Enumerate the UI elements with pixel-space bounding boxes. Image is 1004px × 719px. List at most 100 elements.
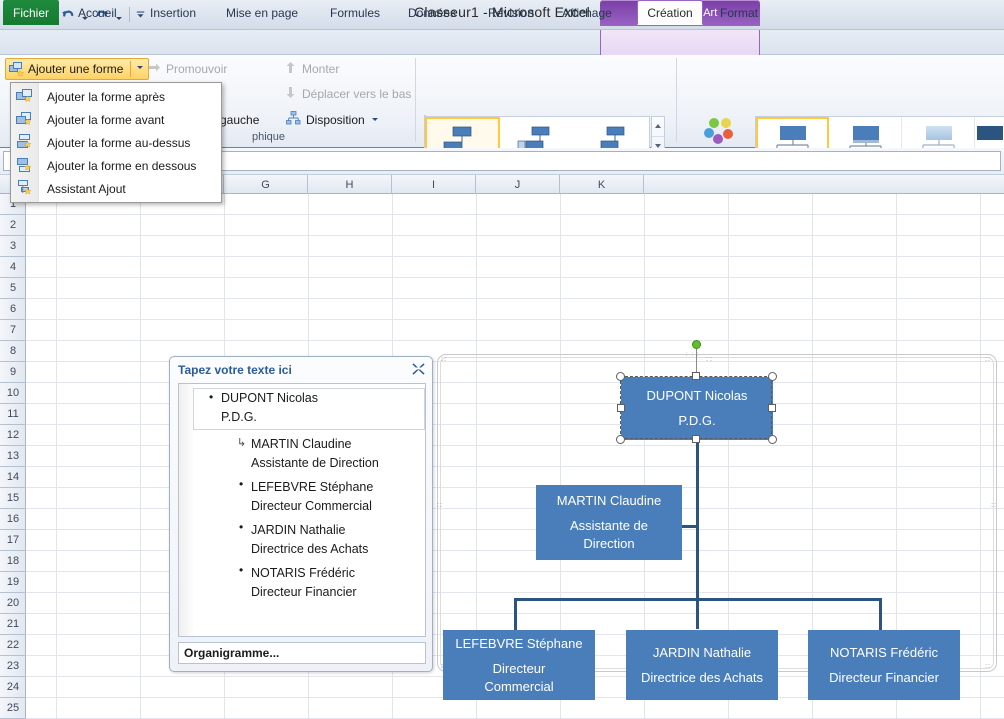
smartart-handle-br[interactable]: ::: [985, 663, 991, 670]
smartart-handle-ml[interactable]: ::: [437, 502, 443, 509]
promote-icon: [148, 61, 161, 77]
column-header-I[interactable]: I: [392, 175, 476, 194]
row-header-17[interactable]: 17: [0, 530, 26, 551]
gridline-horizontal: [26, 319, 1004, 320]
tab-mise-en-page[interactable]: Mise en page: [216, 0, 308, 25]
close-icon[interactable]: [411, 362, 425, 376]
menu-label-add-shape-before: Ajouter la forme avant: [47, 112, 165, 127]
tab-insertion[interactable]: Insertion: [140, 0, 206, 25]
row-header-16[interactable]: 16: [0, 509, 26, 530]
column-header-J[interactable]: J: [476, 175, 560, 194]
resize-handle-bl[interactable]: [616, 435, 625, 444]
add-shape-button[interactable]: Ajouter une forme: [5, 58, 150, 80]
row-header-23[interactable]: 23: [0, 656, 26, 677]
row-header-25[interactable]: 25: [0, 698, 26, 719]
layout-command[interactable]: Disposition: [286, 111, 378, 128]
resize-handle-tl[interactable]: [616, 372, 625, 381]
node-assistant-role: Assistante de Direction: [569, 518, 649, 551]
rotation-handle[interactable]: [692, 340, 701, 349]
text-pane-footer[interactable]: Organigramme...: [178, 642, 426, 664]
row-header-5[interactable]: 5: [0, 278, 26, 299]
add-shape-divider: [130, 61, 132, 77]
row-header-10[interactable]: 10: [0, 383, 26, 404]
text-pane-entry-4-role: Directrice des Achats: [251, 542, 369, 556]
smartart-handle-tl[interactable]: ::: [441, 356, 447, 363]
move-up-command[interactable]: Monter: [284, 61, 339, 77]
row-header-13[interactable]: 13: [0, 446, 26, 467]
menu-item-add-shape-before[interactable]: Ajouter la forme avant: [11, 108, 221, 131]
tab-revision[interactable]: Révision: [478, 0, 544, 25]
node-child1[interactable]: LEFEBVRE Stéphane Directeur Commercial: [443, 630, 595, 700]
row-header-15[interactable]: 15: [0, 488, 26, 509]
tab-creation[interactable]: Création: [637, 0, 703, 25]
menu-item-add-assistant[interactable]: Assistant Ajout: [11, 177, 221, 200]
row-header-21[interactable]: 21: [0, 614, 26, 635]
smartart-handle-tr[interactable]: ::: [985, 356, 991, 363]
gridline-vertical: [140, 194, 141, 719]
resize-handle-tm[interactable]: [692, 372, 700, 380]
resize-handle-mr[interactable]: [768, 404, 776, 412]
column-header-K[interactable]: K: [560, 175, 644, 194]
contextual-tab-background: [600, 30, 760, 55]
add-shape-after-icon: [16, 88, 33, 104]
row-header-20[interactable]: 20: [0, 593, 26, 614]
row-header-9[interactable]: 9: [0, 362, 26, 383]
tab-format[interactable]: Format: [710, 0, 768, 25]
menu-item-add-shape-after[interactable]: Ajouter la forme après: [11, 85, 221, 108]
root-node-selection-frame: [620, 376, 772, 439]
row-header-4[interactable]: 4: [0, 257, 26, 278]
resize-handle-br[interactable]: [768, 435, 777, 444]
tab-donnees[interactable]: Données: [398, 0, 466, 25]
smartart-text-pane[interactable]: Tapez votre texte ici • DUPONT Nicolas P…: [169, 356, 433, 672]
node-child2[interactable]: JARDIN Nathalie Directrice des Achats: [626, 630, 778, 700]
row-header-3[interactable]: 3: [0, 236, 26, 257]
add-shape-dropdown-menu[interactable]: Ajouter la forme après Ajouter la forme …: [10, 82, 222, 203]
row-header-22[interactable]: 22: [0, 635, 26, 656]
row-header-12[interactable]: 12: [0, 425, 26, 446]
smartart-handle-mr[interactable]: ::: [991, 502, 997, 509]
row-header-19[interactable]: 19: [0, 572, 26, 593]
resize-handle-ml[interactable]: [617, 404, 625, 412]
tab-formules[interactable]: Formules: [320, 0, 390, 25]
text-pane-editor[interactable]: • DUPONT Nicolas P.D.G. ↳ MARTIN Claudin…: [178, 383, 426, 637]
node-child3[interactable]: NOTARIS Frédéric Directeur Financier: [808, 630, 960, 700]
row-header-11[interactable]: 11: [0, 404, 26, 425]
text-pane-entry-2-role: Assistante de Direction: [251, 456, 379, 470]
formula-input[interactable]: [220, 151, 1001, 171]
text-pane-entry-4-name: JARDIN Nathalie: [251, 523, 346, 537]
promote-label: Promouvoir: [166, 62, 228, 76]
add-shape-dropdown-icon[interactable]: [135, 65, 146, 73]
resize-handle-tr[interactable]: [768, 372, 777, 381]
gridline-horizontal: [26, 256, 1004, 257]
tab-affichage[interactable]: Affichage: [552, 0, 622, 25]
move-down-command[interactable]: Déplacer vers le bas: [284, 86, 411, 102]
node-child1-name: LEFEBVRE Stéphane: [455, 635, 583, 651]
text-pane-entry-1-role: P.D.G.: [221, 410, 257, 424]
text-pane-entry-5-name: NOTARIS Frédéric: [251, 566, 355, 580]
menu-item-add-shape-above[interactable]: Ajouter la forme au-dessus: [11, 131, 221, 154]
row-header-18[interactable]: 18: [0, 551, 26, 572]
tab-accueil[interactable]: Accueil: [68, 0, 127, 25]
layout-icon: [286, 111, 301, 128]
row-header-24[interactable]: 24: [0, 677, 26, 698]
connector-horizontal-bus: [514, 598, 882, 601]
connector-child3-drop: [879, 598, 882, 631]
node-assistant[interactable]: MARTIN Claudine Assistante de Direction: [536, 485, 682, 560]
menu-item-add-shape-below[interactable]: Ajouter la forme en dessous: [11, 154, 221, 177]
row-header-6[interactable]: 6: [0, 299, 26, 320]
layouts-scroll-up[interactable]: [652, 117, 664, 137]
column-header-G[interactable]: G: [224, 175, 308, 194]
promote-command[interactable]: Promouvoir: [148, 61, 227, 77]
menu-label-add-shape-after: Ajouter la forme après: [47, 89, 166, 104]
row-header-2[interactable]: 2: [0, 215, 26, 236]
row-header-14[interactable]: 14: [0, 467, 26, 488]
resize-handle-bm[interactable]: [692, 435, 700, 443]
row-header-8[interactable]: 8: [0, 341, 26, 362]
tab-fichier[interactable]: Fichier: [3, 0, 59, 25]
smartart-handle-tm[interactable]: ::: [706, 356, 714, 363]
column-header-H[interactable]: H: [308, 175, 392, 194]
row-header-7[interactable]: 7: [0, 320, 26, 341]
group-divider-1: [415, 58, 416, 142]
layout-dropdown-icon[interactable]: [371, 118, 378, 121]
text-pane-entry-3-role: Directeur Commercial: [251, 499, 372, 513]
